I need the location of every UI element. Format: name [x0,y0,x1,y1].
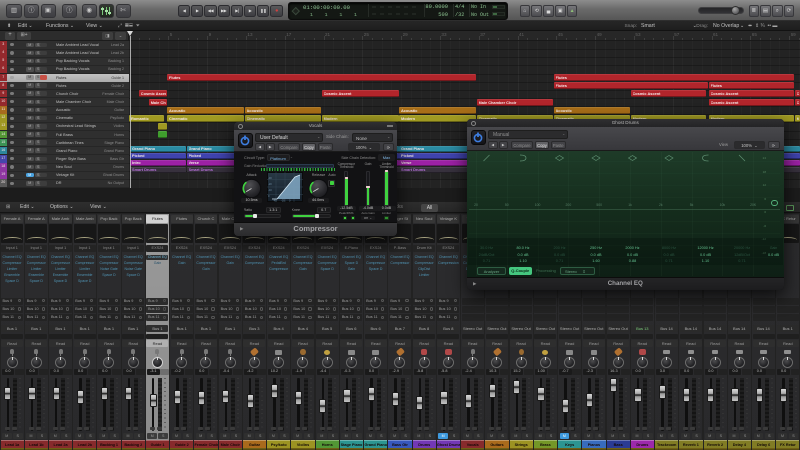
svg-text:-30: -30 [268,176,272,180]
svg-text:-20: -20 [268,182,272,186]
svg-text:-10: -10 [268,188,272,192]
svg-text:-20: -20 [281,198,285,202]
svg-text:-40: -40 [273,198,277,202]
